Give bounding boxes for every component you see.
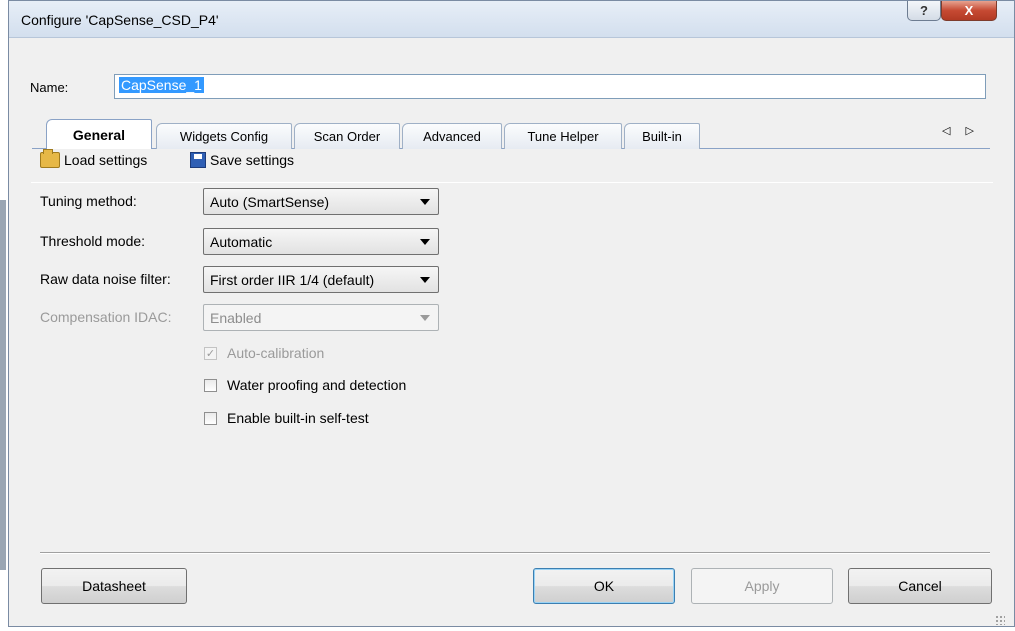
raw-filter-label: Raw data noise filter:: [40, 271, 171, 287]
threshold-mode-select[interactable]: Automatic: [203, 228, 439, 255]
auto-calibration-label: Auto-calibration: [227, 345, 325, 361]
threshold-mode-value: Automatic: [210, 234, 273, 250]
checkbox-icon[interactable]: [204, 378, 217, 392]
raw-filter-select[interactable]: First order IIR 1/4 (default): [203, 266, 439, 293]
save-settings-button[interactable]: Save settings: [190, 152, 294, 168]
floppy-disk-icon: [190, 152, 206, 168]
apply-button: Apply: [691, 568, 833, 604]
tab-scan-order[interactable]: Scan Order: [294, 123, 400, 149]
datasheet-button[interactable]: Datasheet: [41, 568, 187, 604]
water-proofing-label: Water proofing and detection: [227, 377, 407, 393]
name-input[interactable]: CapSense_1: [114, 74, 986, 99]
background-window-edge: [0, 200, 6, 570]
close-button[interactable]: X: [941, 1, 997, 21]
auto-calibration-checkbox: ✓ Auto-calibration: [204, 345, 324, 361]
help-button[interactable]: ?: [907, 1, 941, 21]
tab-advanced[interactable]: Advanced: [402, 123, 502, 149]
chevron-down-icon: [420, 239, 430, 245]
settings-toolbar: Load settings Save settings: [34, 149, 994, 176]
water-proofing-checkbox[interactable]: Water proofing and detection: [204, 377, 406, 393]
panel-divider: [31, 182, 993, 183]
tuning-method-select[interactable]: Auto (SmartSense): [203, 188, 439, 215]
title-bar: Configure 'CapSense_CSD_P4' ? X: [9, 1, 1014, 38]
cancel-button[interactable]: Cancel: [848, 568, 992, 604]
threshold-mode-label: Threshold mode:: [40, 233, 146, 249]
tab-scroll-arrows[interactable]: ◁ ▷: [942, 124, 980, 137]
ok-button[interactable]: OK: [533, 568, 675, 604]
tab-tune-helper[interactable]: Tune Helper: [504, 123, 622, 149]
save-settings-label: Save settings: [210, 152, 295, 168]
tab-widgets-config[interactable]: Widgets Config: [156, 123, 292, 149]
comp-idac-value: Enabled: [210, 310, 262, 326]
load-settings-label: Load settings: [64, 152, 148, 168]
tuning-method-value: Auto (SmartSense): [210, 194, 330, 210]
footer-divider: [40, 552, 990, 554]
chevron-down-icon: [420, 199, 430, 205]
checkbox-icon[interactable]: [204, 411, 217, 425]
tab-built-in[interactable]: Built-in: [624, 123, 700, 149]
name-label: Name:: [30, 80, 69, 95]
load-settings-button[interactable]: Load settings: [40, 149, 148, 168]
tab-strip: General Widgets Config Scan Order Advanc…: [32, 116, 990, 149]
chevron-down-icon: [420, 315, 430, 321]
checkbox-checked-icon: ✓: [204, 346, 217, 360]
self-test-label: Enable built-in self-test: [227, 410, 369, 426]
tab-general[interactable]: General: [46, 119, 152, 149]
raw-filter-value: First order IIR 1/4 (default): [210, 272, 375, 288]
comp-idac-select: Enabled: [203, 304, 439, 331]
self-test-checkbox[interactable]: Enable built-in self-test: [204, 410, 369, 426]
chevron-down-icon: [420, 277, 430, 283]
resize-grip-icon[interactable]: [995, 615, 1005, 625]
window-title: Configure 'CapSense_CSD_P4': [21, 12, 219, 28]
folder-open-icon: [40, 149, 60, 168]
name-input-value: CapSense_1: [119, 77, 204, 93]
comp-idac-label: Compensation IDAC:: [40, 309, 172, 325]
tuning-method-label: Tuning method:: [40, 193, 137, 209]
